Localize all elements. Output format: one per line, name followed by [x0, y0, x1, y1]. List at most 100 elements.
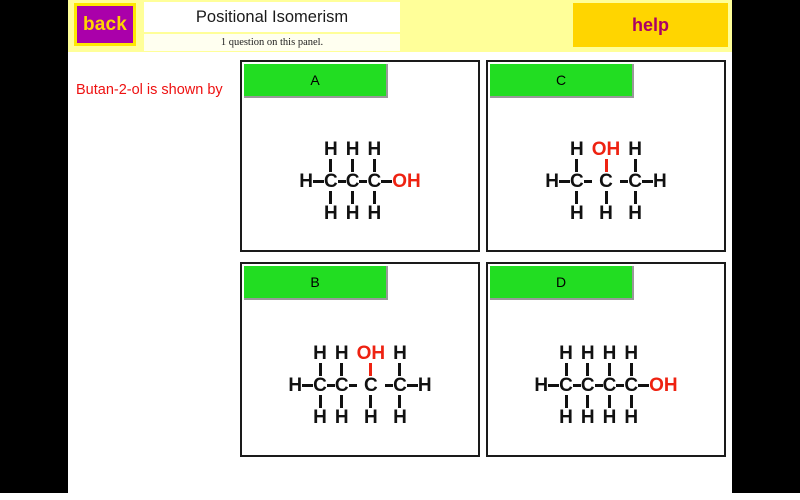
bottom-substituent-slot: H [624, 408, 638, 427]
bottom-substituent-slot: H [324, 204, 338, 223]
bond-horizontal [548, 384, 560, 387]
page-title: Positional Isomerism [144, 2, 400, 32]
atom-h: H [599, 203, 613, 224]
bond-horizontal [638, 384, 650, 387]
option-panel-b[interactable]: B H H C H H C H OH C H H C H H [240, 262, 480, 457]
carbon-slot: C [364, 376, 378, 395]
top-substituent-slot: H [367, 140, 381, 159]
atom-c: C [570, 171, 584, 192]
help-button[interactable]: help [573, 3, 728, 47]
terminal-group-right: OH [638, 376, 678, 395]
atom-c: C [393, 375, 407, 396]
carbon-slot: C [335, 376, 349, 395]
atom-h: H [288, 375, 303, 396]
option-label-d-text: D [555, 274, 567, 290]
atom-h: H [545, 171, 560, 192]
top-substituent-slot: H [559, 344, 573, 363]
carbon-unit: HCH [570, 140, 584, 223]
atom-h: H [324, 139, 338, 160]
bottom-substituent-slot: H [367, 204, 381, 223]
bond-horizontal [559, 180, 571, 183]
bond-horizontal [616, 384, 625, 387]
atom-h: H [628, 203, 642, 224]
atom-h: H [393, 407, 407, 428]
top-substituent-slot: H [313, 344, 327, 363]
bond-horizontal [381, 180, 393, 183]
question-prompt: Butan-2-ol is shown by [76, 82, 223, 98]
molecule-chain: H H C H OH C H H C H H [545, 140, 666, 223]
carbon-unit: HCH [581, 344, 595, 427]
back-button[interactable]: back [74, 3, 136, 46]
atom-h: H [602, 407, 617, 428]
top-substituent-slot: H [581, 344, 595, 363]
atom-oh: OH [591, 139, 621, 160]
carbon-slot: C [570, 172, 584, 191]
atom-c: C [599, 171, 613, 192]
bond-horizontal [406, 384, 418, 387]
bottom-substituent-slot: H [313, 408, 327, 427]
option-label-b-text: B [310, 274, 320, 290]
option-panel-d[interactable]: D H H C H H C H H C H H C H OH [486, 262, 726, 457]
option-panel-a[interactable]: A H H C H H C H H C H OH [240, 60, 480, 252]
carbon-unit: HCH [628, 140, 642, 223]
top-substituent-slot: H [335, 344, 349, 363]
bond-horizontal [348, 384, 357, 387]
option-label-a: A [244, 64, 388, 98]
option-label-a-text: A [310, 72, 320, 88]
molecule-chain: H H C H H C H OH C H H C H H [288, 344, 431, 427]
atom-h: H [313, 343, 327, 364]
atom-c: C [345, 171, 360, 192]
top-substituent-slot: H [346, 140, 360, 159]
carbon-unit: HCH [603, 344, 617, 427]
carbon-unit: HCH [335, 344, 349, 427]
molecule-chain: H H C H H C H H C H H C H OH [534, 344, 677, 427]
atom-c: C [313, 375, 327, 396]
atom-h: H [559, 343, 573, 364]
atom-h: H [624, 407, 639, 428]
bond-horizontal [326, 384, 335, 387]
back-button-label: back [82, 13, 128, 35]
atom-c: C [624, 375, 639, 396]
bond-horizontal [572, 384, 581, 387]
carbon-unit: HCH [313, 344, 327, 427]
carbon-slot: C [393, 376, 407, 395]
carbon-unit: HCH [324, 140, 338, 223]
option-panel-c[interactable]: C H H C H OH C H H C H H [486, 60, 726, 252]
option-label-c-text: C [555, 72, 567, 88]
bottom-substituent-slot: H [599, 204, 613, 223]
atom-h: H [628, 139, 642, 160]
top-substituent-slot: H [570, 140, 584, 159]
atom-h: H [334, 343, 349, 364]
atom-h: H [345, 139, 360, 160]
bond-horizontal [620, 180, 629, 183]
atom-h: H [299, 171, 314, 192]
bond-horizontal [385, 384, 394, 387]
terminal-group-right: OH [381, 172, 421, 191]
atom-c: C [367, 171, 382, 192]
carbon-slot: C [581, 376, 595, 395]
atom-h: H [570, 203, 584, 224]
atom-oh: OH [392, 171, 421, 192]
bond-horizontal [594, 384, 603, 387]
terminal-group-left: H [545, 171, 571, 192]
bond-horizontal [583, 180, 592, 183]
help-button-label: help [631, 14, 669, 35]
carbon-slot: C [603, 376, 617, 395]
atom-c: C [628, 171, 642, 192]
top-substituent-slot: H [393, 344, 407, 363]
top-substituent-slot: H [603, 344, 617, 363]
atom-h: H [363, 407, 378, 428]
bottom-substituent-slot: H [570, 204, 584, 223]
bond-horizontal [302, 384, 314, 387]
carbon-unit: HCH [559, 344, 573, 427]
carbon-unit: OH C H [592, 140, 621, 223]
molecule-chain: H H C H H C H H C H OH [299, 140, 420, 223]
terminal-group-right: H [641, 172, 667, 191]
carbon-unit: HCH [346, 140, 360, 223]
slide-screen: back Positional Isomerism 1 question on … [0, 0, 800, 500]
terminal-group-left: H [299, 171, 325, 192]
carbon-slot: C [624, 376, 638, 395]
bottom-substituent-slot: H [581, 408, 595, 427]
bond-horizontal [337, 180, 346, 183]
bottom-substituent-slot: H [364, 408, 378, 427]
